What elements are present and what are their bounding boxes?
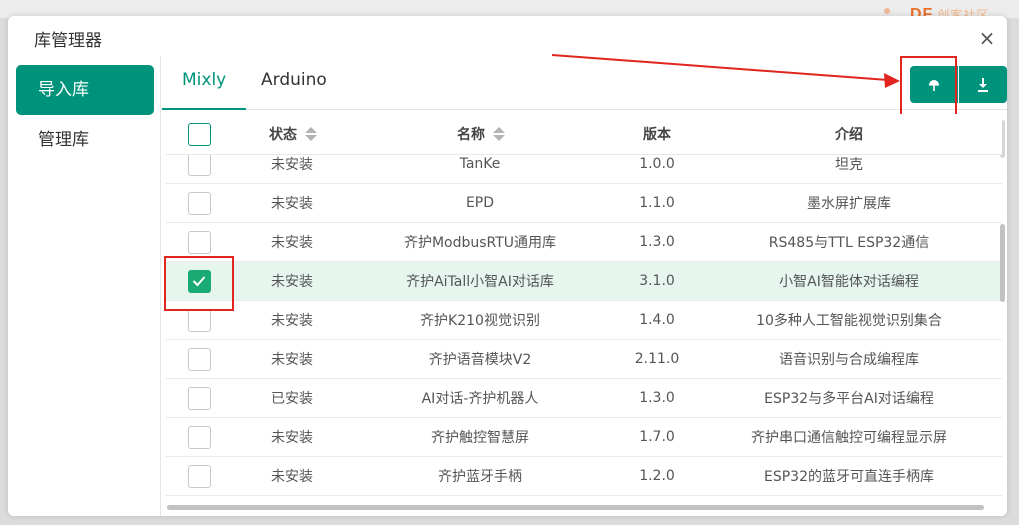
- table-row[interactable]: 未安装 EPD 1.1.0 墨水屏扩展库: [166, 184, 1002, 223]
- library-table: 未安装 TanKe 1.0.0 坦克 未安装 EPD 1.1.0 墨水屏扩展库 未安装 齐护Mod…: [166, 114, 1002, 496]
- cell-status: 未安装: [271, 430, 313, 446]
- cell-description: 墨水屏扩展库: [807, 196, 891, 212]
- library-manager-dialog: 库管理器 × 导入库 管理库 Mixly Arduino 未安装 TanKe 1.0…: [8, 16, 1007, 516]
- cell-version: 1.2.0: [639, 468, 675, 484]
- table-header: 状态 名称 版本 介绍: [166, 114, 1002, 155]
- cell-version: 3.1.0: [639, 273, 675, 289]
- sidebar: 导入库 管理库: [16, 65, 154, 165]
- row-checkbox[interactable]: [187, 152, 211, 176]
- table-body: 未安装 TanKe 1.0.0 坦克 未安装 EPD 1.1.0 墨水屏扩展库 未安装 齐护Mod…: [166, 145, 1002, 496]
- header-version: 版本: [643, 127, 671, 143]
- download-button[interactable]: [959, 66, 1007, 103]
- tab-mixly[interactable]: Mixly: [162, 70, 247, 110]
- cell-version: 2.11.0: [634, 351, 680, 367]
- library-panel: Mixly Arduino 未安装 TanKe 1.0.0 坦克 未安装 EPD 1.1.0…: [160, 56, 1007, 516]
- sidebar-item-import-library[interactable]: 导入库: [16, 65, 154, 115]
- cell-name: 齐护触控智慧屏: [431, 430, 529, 446]
- cell-description: 小智AI智能体对话编程: [779, 274, 919, 290]
- cell-status: 未安装: [271, 313, 313, 329]
- table-row[interactable]: 未安装 齐护触控智慧屏 1.7.0 齐护串口通信触控可编程显示屏: [166, 418, 1002, 457]
- annotation-box-checkbox: [164, 256, 234, 311]
- cell-version: 1.4.0: [639, 312, 675, 328]
- cell-name: 齐护蓝牙手柄: [438, 469, 522, 485]
- header-checkbox-cell: [166, 122, 232, 146]
- cell-version: 1.3.0: [639, 234, 675, 250]
- row-checkbox[interactable]: [187, 425, 211, 449]
- cell-status: 未安装: [271, 196, 313, 212]
- cell-description: ESP32的蓝牙可直连手柄库: [764, 469, 934, 485]
- sort-icon[interactable]: [305, 127, 317, 141]
- cell-checkbox: [166, 184, 232, 222]
- cell-checkbox: [166, 340, 232, 378]
- cell-description: 语音识别与合成编程库: [779, 352, 919, 368]
- row-checkbox[interactable]: [187, 308, 211, 332]
- tab-arduino[interactable]: Arduino: [241, 70, 347, 110]
- cell-name: 齐护语音模块V2: [428, 352, 532, 368]
- tab-bar: Mixly Arduino: [161, 56, 1007, 110]
- cell-checkbox: [166, 379, 232, 417]
- cell-version: 1.1.0: [639, 195, 675, 211]
- cell-name: AI对话-齐护机器人: [421, 391, 539, 407]
- cell-checkbox: [166, 418, 232, 456]
- cell-name: 齐护AiTall小智AI对话库: [406, 274, 554, 290]
- cell-name: 齐护ModbusRTU通用库: [403, 235, 557, 251]
- cell-description: ESP32与多平台AI对话编程: [764, 391, 934, 407]
- header-name-label: 名称: [457, 127, 485, 143]
- row-checkbox[interactable]: [187, 347, 211, 371]
- header-name[interactable]: 名称: [352, 124, 608, 144]
- background-dot: [884, 8, 890, 14]
- cell-description: RS485与TTL ESP32通信: [768, 235, 930, 251]
- header-status-label: 状态: [269, 127, 297, 143]
- cell-status: 未安装: [271, 469, 313, 485]
- sidebar-item-manage-library[interactable]: 管理库: [16, 115, 154, 165]
- close-icon[interactable]: ×: [976, 27, 998, 49]
- cell-status: 未安装: [271, 274, 313, 290]
- cell-description: 10多种人工智能视觉识别集合: [756, 313, 942, 329]
- cell-checkbox: [166, 457, 232, 495]
- sort-icon[interactable]: [493, 127, 505, 141]
- horizontal-scrollbar[interactable]: [167, 505, 984, 510]
- row-checkbox[interactable]: [187, 230, 211, 254]
- table-row[interactable]: 未安装 齐护K210视觉识别 1.4.0 10多种人工智能视觉识别集合: [166, 301, 1002, 340]
- row-checkbox[interactable]: [187, 191, 211, 215]
- table-row[interactable]: 未安装 齐护ModbusRTU通用库 1.3.0 RS485与TTL ESP32通信: [166, 223, 1002, 262]
- cell-name: EPD: [465, 195, 495, 211]
- table-row[interactable]: 已安装 AI对话-齐护机器人 1.3.0 ESP32与多平台AI对话编程: [166, 379, 1002, 418]
- select-all-checkbox[interactable]: [187, 122, 211, 146]
- table-row[interactable]: 未安装 齐护蓝牙手柄 1.2.0 ESP32的蓝牙可直连手柄库: [166, 457, 1002, 496]
- cell-version: 1.3.0: [639, 390, 675, 406]
- vertical-scrollbar[interactable]: [1000, 120, 1005, 500]
- cell-version: 1.7.0: [639, 429, 675, 445]
- row-checkbox[interactable]: [187, 464, 211, 488]
- header-description: 介绍: [835, 127, 863, 143]
- table-row[interactable]: 未安装 齐护语音模块V2 2.11.0 语音识别与合成编程库: [166, 340, 1002, 379]
- annotation-box-toolbar: [900, 56, 957, 119]
- row-checkbox[interactable]: [187, 386, 211, 410]
- cell-name: 齐护K210视觉识别: [420, 313, 540, 329]
- cell-description: 齐护串口通信触控可编程显示屏: [751, 430, 947, 446]
- cell-status: 未安装: [271, 235, 313, 251]
- table-row[interactable]: 未安装 齐护AiTall小智AI对话库 3.1.0 小智AI智能体对话编程: [166, 262, 1002, 301]
- cell-status: 已安装: [271, 391, 313, 407]
- scrollbar-thumb[interactable]: [1000, 224, 1005, 302]
- cell-status: 未安装: [271, 352, 313, 368]
- dialog-title: 库管理器: [34, 31, 102, 51]
- download-icon: [978, 77, 988, 92]
- header-status[interactable]: 状态: [232, 124, 352, 144]
